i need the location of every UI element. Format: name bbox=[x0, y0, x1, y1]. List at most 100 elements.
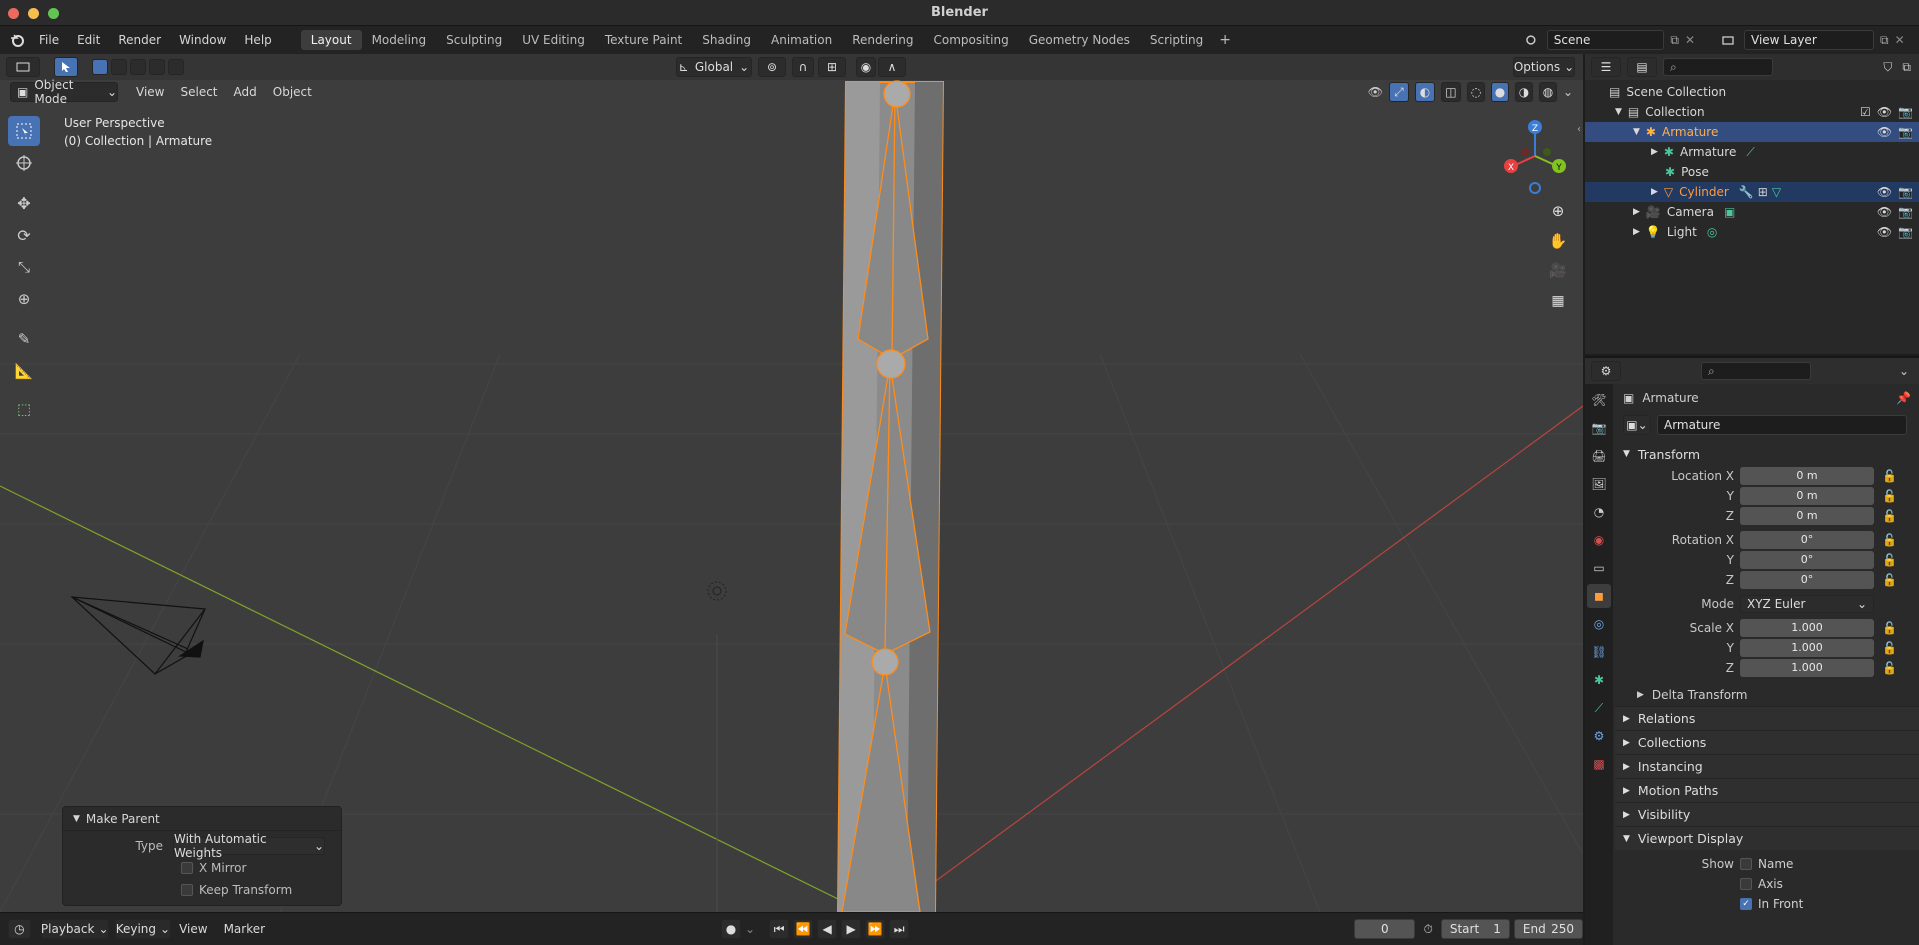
viewport-menu-add[interactable]: Add bbox=[226, 85, 265, 99]
tab-texture-paint[interactable]: Texture Paint bbox=[595, 30, 692, 50]
lock-icon[interactable]: 🔓 bbox=[1882, 509, 1897, 523]
shading-wireframe-icon[interactable]: ◌ bbox=[1466, 82, 1485, 102]
lock-icon[interactable]: 🔓 bbox=[1882, 489, 1897, 503]
expand-triangle-icon[interactable]: ▶ bbox=[1633, 227, 1640, 237]
tab-modeling[interactable]: Modeling bbox=[362, 30, 437, 50]
tool-rotate[interactable]: ⟳ bbox=[8, 220, 40, 250]
new-scene-icon[interactable]: ⧉ bbox=[1670, 33, 1679, 48]
eye-icon[interactable]: 👁 bbox=[1877, 225, 1892, 239]
tool-move[interactable]: ✥ bbox=[8, 188, 40, 218]
eye-icon[interactable]: 👁 bbox=[1877, 185, 1892, 199]
tool-measure[interactable]: 📐 bbox=[8, 356, 40, 386]
zoom-icon[interactable]: ⊕ bbox=[1545, 198, 1571, 224]
eye-icon[interactable]: 👁 bbox=[1877, 105, 1892, 119]
next-keyframe-icon[interactable]: ⏩ bbox=[865, 919, 886, 939]
properties-search-input[interactable]: ⌕ bbox=[1701, 362, 1811, 380]
proportional-edit-toggle[interactable]: ◉ bbox=[856, 57, 876, 77]
select-invert-icon[interactable] bbox=[149, 59, 165, 75]
prev-keyframe-icon[interactable]: ⏪ bbox=[793, 919, 814, 939]
navigation-gizmo[interactable]: Z X Y bbox=[1495, 114, 1575, 194]
3d-viewport[interactable]: ⊾ Global ⌄ ⊚ ∩ ⊞ ◉ ∧ Options ⌄ ▣ Object … bbox=[0, 54, 1583, 912]
blender-logo-icon[interactable] bbox=[10, 33, 24, 47]
select-subtract-icon[interactable] bbox=[130, 59, 146, 75]
expand-triangle-icon[interactable]: ▶ bbox=[1651, 147, 1658, 157]
tab-layout[interactable]: Layout bbox=[300, 30, 362, 50]
pivot-point-button[interactable]: ⊚ bbox=[758, 57, 786, 77]
object-browse-button[interactable]: ▣⌄ bbox=[1623, 415, 1651, 435]
constraints-tab[interactable]: ⛓ bbox=[1587, 640, 1611, 664]
bone-tab[interactable]: ⟋ bbox=[1587, 696, 1611, 720]
physics-tab[interactable]: ◎ bbox=[1587, 612, 1611, 636]
timeline-menu-marker[interactable]: Marker bbox=[216, 922, 273, 936]
outliner-item-pose[interactable]: ✱ Pose bbox=[1585, 162, 1919, 182]
view-layer-icon[interactable] bbox=[1722, 34, 1734, 46]
rotation-z-field[interactable]: 0° bbox=[1740, 571, 1874, 589]
outliner-item-cylinder[interactable]: ▶ ▽ Cylinder 🔧 ⊞ ▽ 👁 📷 bbox=[1585, 182, 1919, 202]
select-intersect-icon[interactable] bbox=[168, 59, 184, 75]
camera-render-icon[interactable]: 📷 bbox=[1898, 185, 1913, 199]
shading-material-icon[interactable]: ◑ bbox=[1514, 82, 1533, 102]
scene-name-field[interactable]: Scene bbox=[1546, 30, 1665, 50]
overlay-toggle-icon[interactable]: ◐ bbox=[1414, 82, 1435, 102]
chevron-down-icon[interactable]: ⌄ bbox=[745, 922, 755, 936]
pan-hand-icon[interactable]: ✋ bbox=[1545, 228, 1571, 254]
editor-type-button[interactable] bbox=[6, 57, 40, 77]
view-layer-field[interactable]: View Layer bbox=[1744, 30, 1874, 50]
menu-help[interactable]: Help bbox=[235, 33, 280, 47]
outliner-item-scene-collection[interactable]: ▤ Scene Collection bbox=[1585, 82, 1919, 102]
eye-icon[interactable]: 👁 bbox=[1877, 125, 1892, 139]
remove-view-layer-icon[interactable]: ✕ bbox=[1895, 33, 1905, 47]
outliner-item-camera[interactable]: ▶ 🎥 Camera ▣ 👁 📷 bbox=[1585, 202, 1919, 222]
expand-triangle-icon[interactable]: ▼ bbox=[1615, 107, 1622, 117]
start-frame-field[interactable]: Start 1 bbox=[1440, 919, 1510, 939]
timeline-menu-view[interactable]: View bbox=[171, 922, 215, 936]
new-view-layer-icon[interactable]: ⧉ bbox=[1880, 33, 1889, 48]
shading-solid-icon[interactable]: ● bbox=[1490, 82, 1509, 102]
menu-file[interactable]: File bbox=[30, 33, 68, 47]
camera-view-icon[interactable]: 🎥 bbox=[1545, 258, 1571, 284]
armature-data-tab[interactable]: ✱ bbox=[1587, 668, 1611, 692]
bone-constraints-tab[interactable]: ⚙ bbox=[1587, 724, 1611, 748]
viewport-display-panel-header[interactable]: ▼ Viewport Display bbox=[1615, 826, 1919, 850]
xray-toggle-icon[interactable]: ◫ bbox=[1440, 82, 1461, 102]
camera-render-icon[interactable]: 📷 bbox=[1898, 205, 1913, 219]
visibility-panel-header[interactable]: ▶ Visibility bbox=[1615, 802, 1919, 826]
tool-settings-tab[interactable]: 🛠 bbox=[1587, 388, 1611, 412]
select-new-icon[interactable] bbox=[92, 59, 108, 75]
proportional-falloff-button[interactable]: ∧ bbox=[878, 57, 906, 77]
jump-start-icon[interactable]: ⏮ bbox=[769, 919, 790, 939]
current-frame-field[interactable]: 0 bbox=[1354, 919, 1416, 939]
tab-animation[interactable]: Animation bbox=[761, 30, 842, 50]
location-z-field[interactable]: 0 m bbox=[1740, 507, 1874, 525]
filter-icon[interactable]: ⛉ bbox=[1883, 60, 1892, 75]
select-tool-button[interactable] bbox=[54, 57, 78, 77]
parent-type-dropdown[interactable]: With Automatic Weights ⌄ bbox=[173, 832, 325, 860]
output-tab[interactable]: 🖨 bbox=[1587, 444, 1611, 468]
rotation-mode-dropdown[interactable]: XYZ Euler ⌄ bbox=[1740, 595, 1874, 613]
texture-tab[interactable]: ▩ bbox=[1587, 752, 1611, 776]
mode-dropdown[interactable]: ▣ Object Mode ⌄ bbox=[10, 78, 118, 106]
scale-x-field[interactable]: 1.000 bbox=[1740, 619, 1874, 637]
scene-icon[interactable] bbox=[1525, 34, 1537, 46]
tool-add-cube[interactable]: ⬚ bbox=[8, 394, 40, 424]
scale-z-field[interactable]: 1.000 bbox=[1740, 659, 1874, 677]
tab-rendering[interactable]: Rendering bbox=[842, 30, 923, 50]
tool-transform[interactable]: ⊕ bbox=[8, 284, 40, 314]
jump-end-icon[interactable]: ⏭ bbox=[889, 919, 910, 939]
perspective-toggle-icon[interactable]: ▦ bbox=[1545, 288, 1571, 314]
tab-shading[interactable]: Shading bbox=[692, 30, 761, 50]
tool-select-box[interactable] bbox=[8, 116, 40, 146]
eye-icon[interactable]: 👁 bbox=[1877, 205, 1892, 219]
gizmo-toggle-icon[interactable]: ⤢ bbox=[1388, 82, 1409, 102]
scene-tab[interactable]: ◔ bbox=[1587, 500, 1611, 524]
delta-transform-header[interactable]: ▶ Delta Transform bbox=[1615, 684, 1919, 706]
lock-icon[interactable]: 🔓 bbox=[1882, 553, 1897, 567]
chevron-down-icon[interactable]: ⌄ bbox=[1563, 85, 1573, 99]
lock-icon[interactable]: 🔓 bbox=[1882, 621, 1897, 635]
object-name-field[interactable]: Armature bbox=[1657, 415, 1907, 435]
collection-tab[interactable]: ▭ bbox=[1587, 556, 1611, 580]
select-extend-icon[interactable] bbox=[111, 59, 127, 75]
display-mode-dropdown[interactable]: ▤ bbox=[1627, 57, 1657, 77]
show-axis-checkbox[interactable] bbox=[1740, 878, 1752, 890]
shading-rendered-icon[interactable]: ◍ bbox=[1538, 82, 1557, 102]
